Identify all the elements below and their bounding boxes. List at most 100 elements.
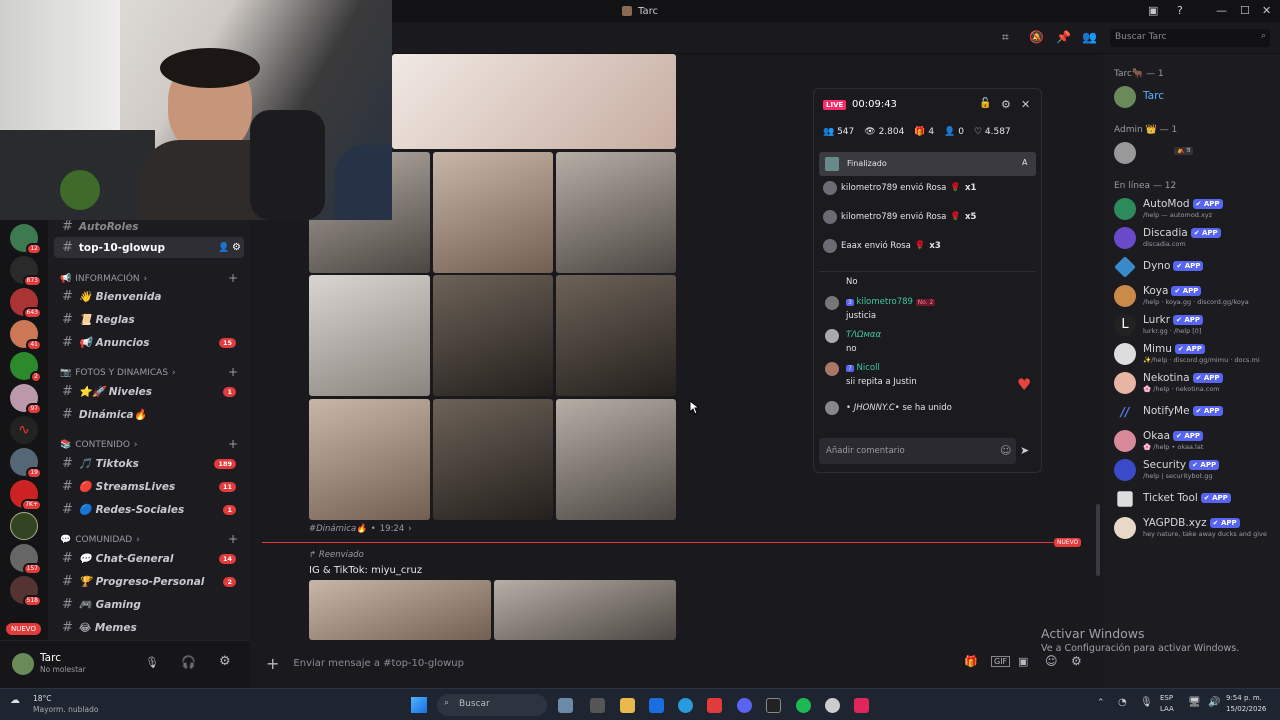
member-item[interactable]: Mimu ✔ APP ✨/help · discord.gg/mimu · docs… <box>1114 341 1280 367</box>
server-icon[interactable]: 873 <box>10 256 42 287</box>
server-icon[interactable]: 97 <box>10 384 42 415</box>
channel-item[interactable]: # 👋 Bienvenida <box>54 286 244 307</box>
tiktok-icon[interactable] <box>854 698 869 713</box>
pin-icon[interactable]: 📌 <box>1056 30 1071 44</box>
channel-item[interactable]: # 🔴 StreamsLives 11 <box>54 476 244 497</box>
add-channel-icon[interactable]: + <box>228 365 238 379</box>
server-icon[interactable]: 157 <box>10 544 42 575</box>
tray-icon[interactable]: ◔ <box>1118 697 1127 708</box>
status-bar[interactable]: Finalizado A <box>819 152 1036 176</box>
comment-input[interactable]: Añadir comentario ☺ <box>819 438 1016 464</box>
emoji-icon[interactable]: ☺ <box>1045 654 1058 668</box>
pulse-server-icon[interactable]: ∿ <box>10 416 38 444</box>
server-icon[interactable]: 41 <box>10 320 42 351</box>
discord-icon[interactable] <box>737 698 752 713</box>
help-icon[interactable]: ? <box>1177 4 1183 17</box>
image-attachment[interactable] <box>556 152 676 273</box>
member-item[interactable]: YAGPDB.xyz ✔ APP hey nature, take away duc… <box>1114 515 1280 541</box>
member-item[interactable]: Dyno ✔ APP <box>1114 254 1280 280</box>
member-item[interactable]: Okaa ✔ APP 🌸 /help • okaa.lat <box>1114 428 1280 454</box>
maximize-icon[interactable]: ☐ <box>1240 4 1250 17</box>
member-item[interactable]: Discadia ✔ APP discadia.com <box>1114 225 1280 251</box>
member-item[interactable]: AutoMod ✔ APP/help — automod.xyz <box>1114 196 1280 222</box>
edge-icon[interactable] <box>678 698 693 713</box>
add-attachment-icon[interactable]: + <box>266 654 279 673</box>
settings-icon[interactable]: ⚙ <box>219 654 231 669</box>
message-composer[interactable]: + Enviar mensaje a #top-10-glowup 🎁 GIF … <box>258 648 1094 678</box>
category-fotos[interactable]: 📷 FOTOS Y DINAMICAS › + <box>60 365 238 379</box>
category-informacion[interactable]: 📢 INFORMACIÓN › + <box>60 271 238 285</box>
apps-icon[interactable]: ⚙ <box>1071 654 1082 668</box>
add-channel-icon[interactable]: + <box>228 437 238 451</box>
image-attachment[interactable] <box>556 275 676 396</box>
gif-icon[interactable]: GIF <box>991 656 1011 667</box>
widgets-icon[interactable] <box>590 698 605 713</box>
close-window-icon[interactable]: ✕ <box>1262 4 1271 17</box>
avatar[interactable] <box>12 653 34 675</box>
category-contenido[interactable]: 📚 CONTENIDO › + <box>60 437 238 451</box>
member-item[interactable]: ⛺ 𝔄 <box>1114 140 1280 166</box>
taskbar-search[interactable]: ⌕ Buscar <box>437 694 547 716</box>
image-attachment[interactable] <box>556 399 676 520</box>
meta-channel[interactable]: #Dinámica🔥 <box>309 524 367 534</box>
scrollbar[interactable] <box>1096 504 1100 576</box>
inbox-icon[interactable]: ▣ <box>1148 4 1158 17</box>
server-icon[interactable]: 643 <box>10 288 42 319</box>
file-explorer-icon[interactable] <box>620 698 635 713</box>
channel-item[interactable]: # 📢 Anuncios 15 <box>54 332 244 353</box>
emoji-icon[interactable]: ☺ <box>1000 444 1011 457</box>
image-attachment[interactable] <box>309 399 430 520</box>
image-attachment[interactable] <box>309 275 430 396</box>
image-attachment[interactable] <box>433 399 553 520</box>
add-member-icon[interactable]: 👤 <box>218 243 229 253</box>
language-indicator[interactable]: ESP <box>1160 694 1173 702</box>
outlook-icon[interactable] <box>649 698 664 713</box>
server-icon[interactable]: 12 <box>10 224 42 255</box>
server-icon[interactable]: 19 <box>10 448 42 479</box>
server-icon[interactable]: 7K+ <box>10 480 42 511</box>
volume-icon[interactable]: 🔊 <box>1208 697 1220 708</box>
channel-item[interactable]: # 🏆 Progreso-Personal 2 <box>54 571 244 592</box>
headphones-icon[interactable]: 🎧 <box>181 655 196 669</box>
server-icon[interactable] <box>10 512 38 540</box>
gear-icon[interactable]: ⚙ <box>232 242 241 253</box>
spotify-icon[interactable] <box>796 698 811 713</box>
member-item[interactable]: Koya ✔ APP/help · koya.gg · discord.gg/ko… <box>1114 283 1280 309</box>
gift-icon[interactable]: 🎁 <box>964 655 978 668</box>
channel-item[interactable]: # 📜 Reglas <box>54 309 244 330</box>
network-icon[interactable]: 🖥 <box>1188 697 1201 708</box>
member-item[interactable]: Nekotina ✔ APP 🌸 /help · nekotina.com <box>1114 370 1280 396</box>
weather-icon[interactable]: ☁ <box>10 695 20 706</box>
new-badge[interactable]: NUEVO <box>6 623 41 635</box>
channel-item[interactable]: # 🎮 Gaming <box>54 594 244 615</box>
image-attachment[interactable] <box>433 152 553 273</box>
search-input[interactable]: Buscar Tarc ⌕ <box>1110 29 1270 47</box>
member-item[interactable]: Ticket Tool ✔ APP <box>1114 486 1280 512</box>
weather-text[interactable]: Mayorm. nublado <box>33 705 98 714</box>
close-icon[interactable]: ✕ <box>1021 98 1030 111</box>
send-icon[interactable]: ➤ <box>1020 444 1029 457</box>
image-attachment[interactable] <box>309 580 491 640</box>
members-icon[interactable]: 👥 <box>1082 30 1097 44</box>
threads-icon[interactable]: ⌗ <box>1002 30 1009 45</box>
lock-icon[interactable]: 🔓 <box>979 98 991 109</box>
tray-chevron-icon[interactable]: ⌃ <box>1097 698 1105 708</box>
taskview-icon[interactable] <box>558 698 573 713</box>
microphone-icon[interactable]: 🎙 <box>145 656 159 669</box>
channel-item[interactable]: # 😂 Memes <box>54 617 244 638</box>
channel-item[interactable]: # ⭐🚀 Niveles 1 <box>54 381 244 402</box>
category-comunidad[interactable]: 💬 COMUNIDAD › + <box>60 532 238 546</box>
channel-item[interactable]: # 💬 Chat-General 14 <box>54 548 244 569</box>
app-icon[interactable] <box>707 698 722 713</box>
epic-games-icon[interactable] <box>766 698 781 713</box>
member-item[interactable]: L Lurkr ✔ APP lurkr.gg · /help [0] <box>1114 312 1280 338</box>
sticker-icon[interactable]: ▣ <box>1018 655 1028 668</box>
app-icon[interactable] <box>825 698 840 713</box>
add-channel-icon[interactable]: + <box>228 271 238 285</box>
language-indicator-sub[interactable]: LAA <box>1160 705 1174 713</box>
channel-item[interactable]: # 🔵 Redes-Sociales 1 <box>54 499 244 520</box>
server-icon[interactable]: 2 <box>10 352 42 383</box>
add-channel-icon[interactable]: + <box>228 532 238 546</box>
channel-item-selected[interactable]: # top-10-glowup 👤 ⚙ <box>54 237 244 258</box>
member-item[interactable]: Security ✔ APP/help | securitybot.gg <box>1114 457 1280 483</box>
